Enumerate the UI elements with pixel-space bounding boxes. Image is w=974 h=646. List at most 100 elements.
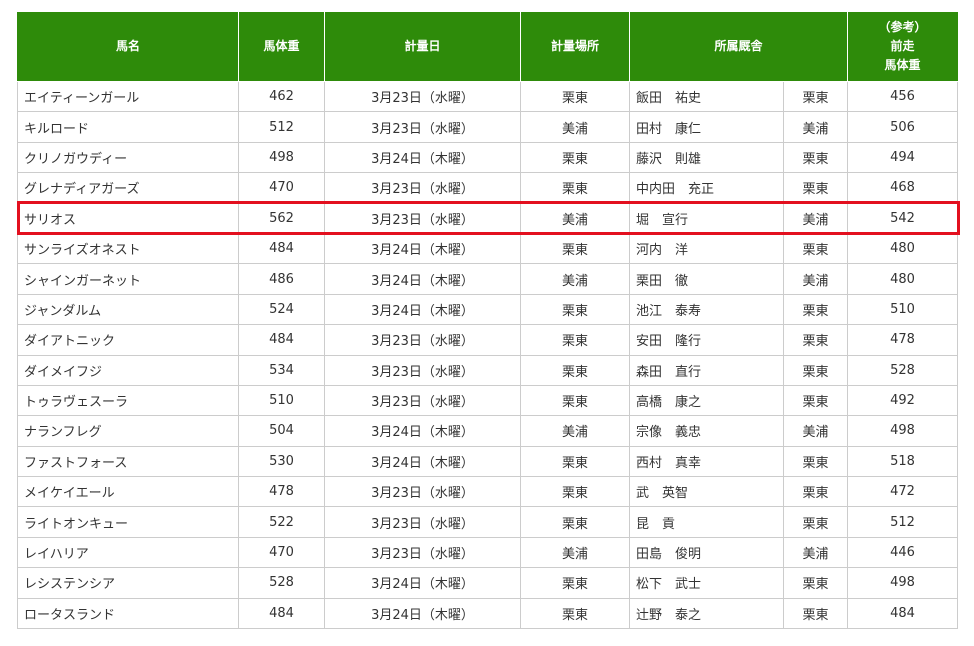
cell-stable-location: 栗東 <box>782 384 849 417</box>
cell-horse-name: グレナディアガーズ <box>17 172 239 204</box>
cell-trainer: 田村 康仁 <box>629 111 784 143</box>
cell-stable-location: 栗東 <box>782 80 849 113</box>
cell-date: 3月23日（水曜） <box>324 476 521 508</box>
table-body: エイティーンガール 462 3月23日（水曜） 栗東 飯田 祐史 栗東 456 キルロード 51… <box>17 80 959 630</box>
cell-stable-location: 美浦 <box>782 415 849 447</box>
cell-weight: 498 <box>238 141 325 174</box>
cell-trainer: 武 英智 <box>629 476 784 508</box>
cell-weight: 486 <box>238 263 325 295</box>
cell-previous-weight: 512 <box>847 506 959 538</box>
header-stable: 所属厩舎 <box>628 12 849 82</box>
table-row: シャインガーネット 486 3月24日（木曜） 美浦 栗田 徹美浦 480 <box>17 263 959 295</box>
cell-place: 栗東 <box>520 141 630 174</box>
cell-horse-name: レイハリア <box>17 536 239 569</box>
cell-horse-name: エイティーンガール <box>17 80 239 113</box>
cell-previous-weight: 506 <box>847 111 959 143</box>
cell-date: 3月24日（木曜） <box>324 415 521 447</box>
table-row: ダイアトニック 484 3月23日（水曜） 栗東 安田 隆行 栗東 478 <box>17 324 959 356</box>
cell-previous-weight: 472 <box>847 476 959 508</box>
cell-previous-weight: 492 <box>847 384 959 417</box>
cell-place: 栗東 <box>520 445 630 478</box>
cell-horse-name: ファストフォース <box>17 445 239 478</box>
cell-previous-weight: 446 <box>847 536 959 569</box>
cell-weight: 562 <box>238 202 325 234</box>
table-row: サンライズオネスト 484 3月24日（木曜） 栗東 河内 洋栗東 480 <box>17 232 959 265</box>
table-row: ロータスランド 484 3月24日（木曜） 栗東 辻野 泰之 栗東 484 <box>17 597 959 630</box>
cell-place: 美浦 <box>520 415 630 447</box>
cell-date: 3月24日（木曜） <box>324 141 521 174</box>
cell-place: 美浦 <box>520 536 630 569</box>
cell-date: 3月23日（水曜） <box>324 202 521 234</box>
cell-horse-name: クリノガウディー <box>17 141 239 174</box>
cell-horse-name: レシステンシア <box>17 567 239 599</box>
cell-horse-name: メイケイエール <box>17 476 239 508</box>
cell-place: 美浦 <box>520 111 630 143</box>
cell-trainer: 昆 貢 <box>629 506 784 538</box>
cell-place: 栗東 <box>520 172 630 204</box>
cell-horse-name: ナランフレグ <box>17 415 239 447</box>
cell-place: 栗東 <box>520 597 630 630</box>
cell-trainer: 高橋 康之 <box>629 384 784 417</box>
table-row: メイケイエール 478 3月23日（水曜） 栗東武 英智 栗東 472 <box>17 476 959 508</box>
cell-date: 3月24日（木曜） <box>324 263 521 295</box>
cell-stable-location: 栗東 <box>782 293 849 326</box>
header-previous-weight: （参考） 前走 馬体重 <box>847 12 959 82</box>
cell-trainer: 宗像 義忠 <box>629 415 784 447</box>
cell-weight: 512 <box>238 111 325 143</box>
cell-horse-name: トゥラヴェスーラ <box>17 384 239 417</box>
cell-weight: 470 <box>238 172 325 204</box>
cell-previous-weight: 478 <box>847 324 959 356</box>
table-row: トゥラヴェスーラ 510 3月23日（水曜） 栗東 高橋 康之 栗東 492 <box>17 384 959 417</box>
header-weight: 馬体重 <box>238 12 325 82</box>
cell-weight: 528 <box>238 567 325 599</box>
table-row: グレナディアガーズ 470 3月23日（水曜） 栗東 中内田 充正 栗東 468 <box>17 172 959 204</box>
cell-weight: 484 <box>238 232 325 265</box>
cell-weight: 534 <box>238 354 325 386</box>
cell-date: 3月24日（木曜） <box>324 445 521 478</box>
cell-place: 栗東 <box>520 324 630 356</box>
cell-weight: 470 <box>238 536 325 569</box>
cell-weight: 484 <box>238 324 325 356</box>
cell-stable-location: 栗東 <box>782 567 849 599</box>
cell-previous-weight: 510 <box>847 293 959 326</box>
weight-table-container: 馬名 馬体重 計量日 計量場所 所属厩舎 （参考） 前走 馬体重 エイティーンガ… <box>17 12 960 630</box>
cell-horse-name: シャインガーネット <box>17 263 239 295</box>
cell-date: 3月23日（水曜） <box>324 80 521 113</box>
cell-horse-name: ダイメイフジ <box>17 354 239 386</box>
cell-stable-location: 栗東 <box>782 445 849 478</box>
cell-place: 美浦 <box>520 263 630 295</box>
horse-weight-table: 馬名 馬体重 計量日 計量場所 所属厩舎 （参考） 前走 馬体重 エイティーンガ… <box>17 12 959 630</box>
cell-date: 3月23日（水曜） <box>324 536 521 569</box>
cell-trainer: 河内 洋 <box>629 232 784 265</box>
cell-previous-weight: 456 <box>847 80 959 113</box>
cell-date: 3月23日（水曜） <box>324 111 521 143</box>
cell-place: 栗東 <box>520 354 630 386</box>
table-row: ナランフレグ 504 3月24日（木曜） 美浦 宗像 義忠 美浦 498 <box>17 415 959 447</box>
cell-trainer: 中内田 充正 <box>629 172 784 204</box>
cell-date: 3月23日（水曜） <box>324 354 521 386</box>
cell-previous-weight: 518 <box>847 445 959 478</box>
cell-stable-location: 栗東 <box>782 324 849 356</box>
cell-date: 3月24日（木曜） <box>324 232 521 265</box>
cell-stable-location: 栗東 <box>782 354 849 386</box>
cell-place: 栗東 <box>520 567 630 599</box>
cell-weight: 484 <box>238 597 325 630</box>
cell-trainer: 藤沢 則雄 <box>629 141 784 174</box>
cell-date: 3月24日（木曜） <box>324 597 521 630</box>
cell-trainer: 堀 宣行 <box>629 202 784 234</box>
cell-horse-name: サンライズオネスト <box>17 232 239 265</box>
cell-stable-location: 栗東 <box>782 172 849 204</box>
cell-place: 栗東 <box>520 80 630 113</box>
table-row: エイティーンガール 462 3月23日（水曜） 栗東 飯田 祐史 栗東 456 <box>17 80 959 113</box>
cell-place: 栗東 <box>520 476 630 508</box>
cell-date: 3月23日（水曜） <box>324 506 521 538</box>
cell-stable-location: 美浦 <box>782 263 849 295</box>
cell-trainer: 栗田 徹 <box>629 263 784 295</box>
cell-previous-weight: 484 <box>847 597 959 630</box>
cell-trainer: 辻野 泰之 <box>629 597 784 630</box>
header-place: 計量場所 <box>520 12 630 82</box>
cell-date: 3月24日（木曜） <box>324 293 521 326</box>
cell-trainer: 松下 武士 <box>629 567 784 599</box>
cell-stable-location: 栗東 <box>782 141 849 174</box>
cell-date: 3月24日（木曜） <box>324 567 521 599</box>
